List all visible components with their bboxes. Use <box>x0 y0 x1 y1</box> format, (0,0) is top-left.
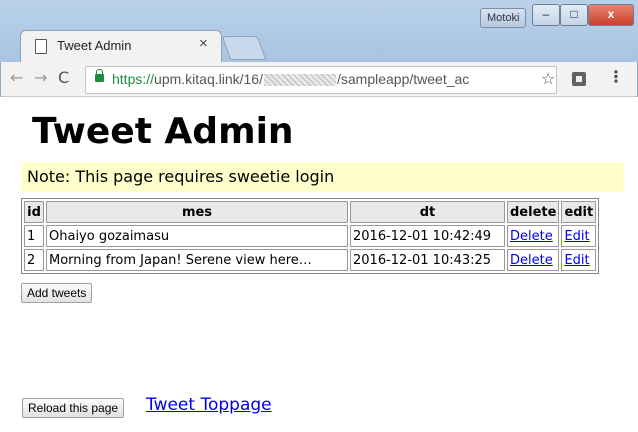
forward-icon[interactable]: → <box>34 68 47 87</box>
header-delete: delete <box>507 201 560 223</box>
page-content: Tweet Admin Note: This page requires swe… <box>0 97 638 432</box>
url-text: https://upm.kitaq.link/16/ /sampleapp/twe… <box>112 71 469 87</box>
cell-dt: 2016-12-01 10:42:49 <box>350 225 505 247</box>
minimize-button[interactable]: – <box>532 4 560 26</box>
browser-tab[interactable]: Tweet Admin × <box>20 30 222 63</box>
cell-edit: Edit <box>561 225 597 247</box>
header-dt: dt <box>350 201 505 223</box>
table-header-row: id mes dt delete edit <box>24 201 597 223</box>
cell-id: 2 <box>24 249 44 271</box>
add-tweets-button[interactable]: Add tweets <box>21 283 93 303</box>
tweet-toppage-link[interactable]: Tweet Toppage <box>146 395 272 415</box>
table-row: 1 Ohaiyo gozaimasu 2016-12-01 10:42:49 D… <box>24 225 597 247</box>
profile-button[interactable]: Motoki <box>480 8 527 28</box>
tweets-table: id mes dt delete edit 1 Ohaiyo gozaimasu… <box>21 198 600 274</box>
reload-icon[interactable]: C <box>58 68 69 87</box>
cell-id: 1 <box>24 225 44 247</box>
cell-dt: 2016-12-01 10:43:25 <box>350 249 505 271</box>
reload-page-button[interactable]: Reload this page <box>22 398 125 418</box>
delete-link[interactable]: Delete <box>510 253 553 268</box>
cell-mes: Ohaiyo gozaimasu <box>46 225 348 247</box>
menu-icon[interactable]: ⋮ <box>608 67 624 86</box>
lock-icon <box>95 69 104 82</box>
cell-delete: Delete <box>507 225 560 247</box>
window-titlebar: Tweet Admin × Motoki – □ x <box>0 0 638 63</box>
header-edit: edit <box>561 201 597 223</box>
page-title: Tweet Admin <box>32 111 294 152</box>
page-icon <box>35 39 47 54</box>
maximize-button[interactable]: □ <box>560 4 588 26</box>
close-window-button[interactable]: x <box>588 4 634 26</box>
cell-delete: Delete <box>507 249 560 271</box>
header-id: id <box>24 201 44 223</box>
extension-icon[interactable] <box>572 72 586 86</box>
edit-link[interactable]: Edit <box>564 253 589 268</box>
url-host: upm.kitaq.link/16/ <box>154 71 263 87</box>
url-path: /sampleapp/tweet_ac <box>336 71 470 87</box>
browser-toolbar: ← → C https://upm.kitaq.link/16/ /samplea… <box>0 62 638 97</box>
redacted-url-segment <box>263 74 336 87</box>
url-scheme: https:// <box>112 71 155 87</box>
edit-link[interactable]: Edit <box>564 229 589 244</box>
tab-title: Tweet Admin <box>57 38 132 53</box>
login-note: Note: This page requires sweetie login <box>21 162 624 192</box>
cell-mes: Morning from Japan! Serene view here… <box>46 249 348 271</box>
tab-close-icon[interactable]: × <box>199 35 208 52</box>
new-tab-button[interactable] <box>221 36 267 60</box>
header-mes: mes <box>46 201 348 223</box>
bookmark-star-icon[interactable]: ☆ <box>541 69 555 88</box>
table-row: 2 Morning from Japan! Serene view here… … <box>24 249 597 271</box>
back-icon[interactable]: ← <box>10 68 23 87</box>
address-bar[interactable]: https://upm.kitaq.link/16/ /sampleapp/twe… <box>85 66 557 94</box>
delete-link[interactable]: Delete <box>510 229 553 244</box>
cell-edit: Edit <box>561 249 597 271</box>
